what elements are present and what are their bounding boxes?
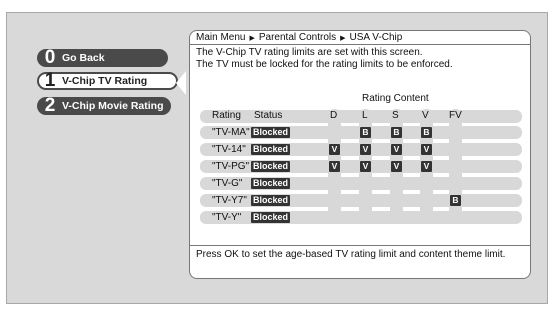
content-cell-s[interactable]: B: [391, 127, 402, 138]
header-d: D: [330, 110, 338, 121]
breadcrumb-item: Main Menu: [196, 32, 246, 43]
rating-label: "TV-14": [212, 144, 246, 155]
description: The V-Chip TV rating limits are set with…: [196, 47, 453, 71]
v-chip-panel: Main Menu ▶ Parental Controls ▶ USA V-Chip T…: [189, 30, 531, 279]
menu-label: V-Chip TV Rating: [62, 75, 148, 87]
rating-label: "TV-Y7": [212, 195, 247, 206]
rating-label: "TV-PG": [212, 161, 250, 172]
menu-item-v-chip-tv-rating[interactable]: 1 V-Chip TV Rating: [37, 70, 178, 91]
content-cell-l[interactable]: V: [360, 161, 371, 172]
footer-divider: [190, 245, 530, 246]
menu-label: Go Back: [62, 52, 105, 64]
rating-content-heading: Rating Content: [362, 93, 429, 104]
content-cell-v[interactable]: V: [421, 144, 432, 155]
description-line: The V-Chip TV rating limits are set with…: [196, 47, 423, 58]
breadcrumb-item: Parental Controls: [258, 32, 337, 43]
menu-item-v-chip-movie-rating[interactable]: 2 V-Chip Movie Rating: [37, 95, 171, 116]
status-badge[interactable]: Blocked: [251, 161, 291, 172]
content-cell-l[interactable]: B: [360, 127, 371, 138]
status-badge[interactable]: Blocked: [251, 195, 291, 206]
content-cell-fv[interactable]: B: [450, 195, 461, 206]
header-l: L: [362, 110, 368, 121]
menu-number: 1: [44, 70, 56, 91]
content-cell-v[interactable]: V: [421, 161, 432, 172]
description-line: The TV must be locked for the rating lim…: [196, 59, 453, 70]
rating-label: "TV-G": [212, 178, 243, 189]
selection-pointer-icon: [176, 71, 186, 95]
status-badge[interactable]: Blocked: [251, 178, 291, 189]
status-badge[interactable]: Blocked: [251, 144, 291, 155]
header-fv: FV: [449, 110, 462, 121]
content-cell-d[interactable]: V: [329, 161, 340, 172]
status-badge[interactable]: Blocked: [251, 212, 291, 223]
content-cell-d[interactable]: V: [329, 144, 340, 155]
breadcrumb: Main Menu ▶ Parental Controls ▶ USA V-Chip: [190, 31, 530, 45]
header-rating: Rating: [212, 110, 241, 121]
menu-item-go-back[interactable]: 0 Go Back: [37, 47, 168, 68]
footer-help-text: Press OK to set the age-based TV rating …: [196, 249, 506, 260]
content-cell-s[interactable]: V: [391, 161, 402, 172]
table-row[interactable]: [200, 194, 522, 207]
menu-number: 0: [44, 47, 56, 68]
header-status: Status: [254, 110, 283, 121]
content-cell-s[interactable]: V: [391, 144, 402, 155]
menu-number: 2: [44, 95, 56, 116]
rating-label: "TV-MA": [212, 127, 250, 138]
table-row[interactable]: [200, 177, 522, 190]
header-row: [200, 110, 522, 123]
table-row[interactable]: [200, 211, 522, 224]
header-v: V: [422, 110, 429, 121]
status-badge[interactable]: Blocked: [251, 127, 291, 138]
chevron-right-icon: ▶: [249, 35, 255, 42]
tv-screen: 0 Go Back 1 V-Chip TV Rating 2 V-Chip Mo…: [6, 12, 548, 304]
content-cell-l[interactable]: V: [360, 144, 371, 155]
breadcrumb-item: USA V-Chip: [349, 32, 403, 43]
chevron-right-icon: ▶: [340, 35, 346, 42]
content-cell-v[interactable]: B: [421, 127, 432, 138]
header-s: S: [392, 110, 399, 121]
rating-label: "TV-Y": [212, 212, 242, 223]
menu-label: V-Chip Movie Rating: [62, 100, 164, 112]
